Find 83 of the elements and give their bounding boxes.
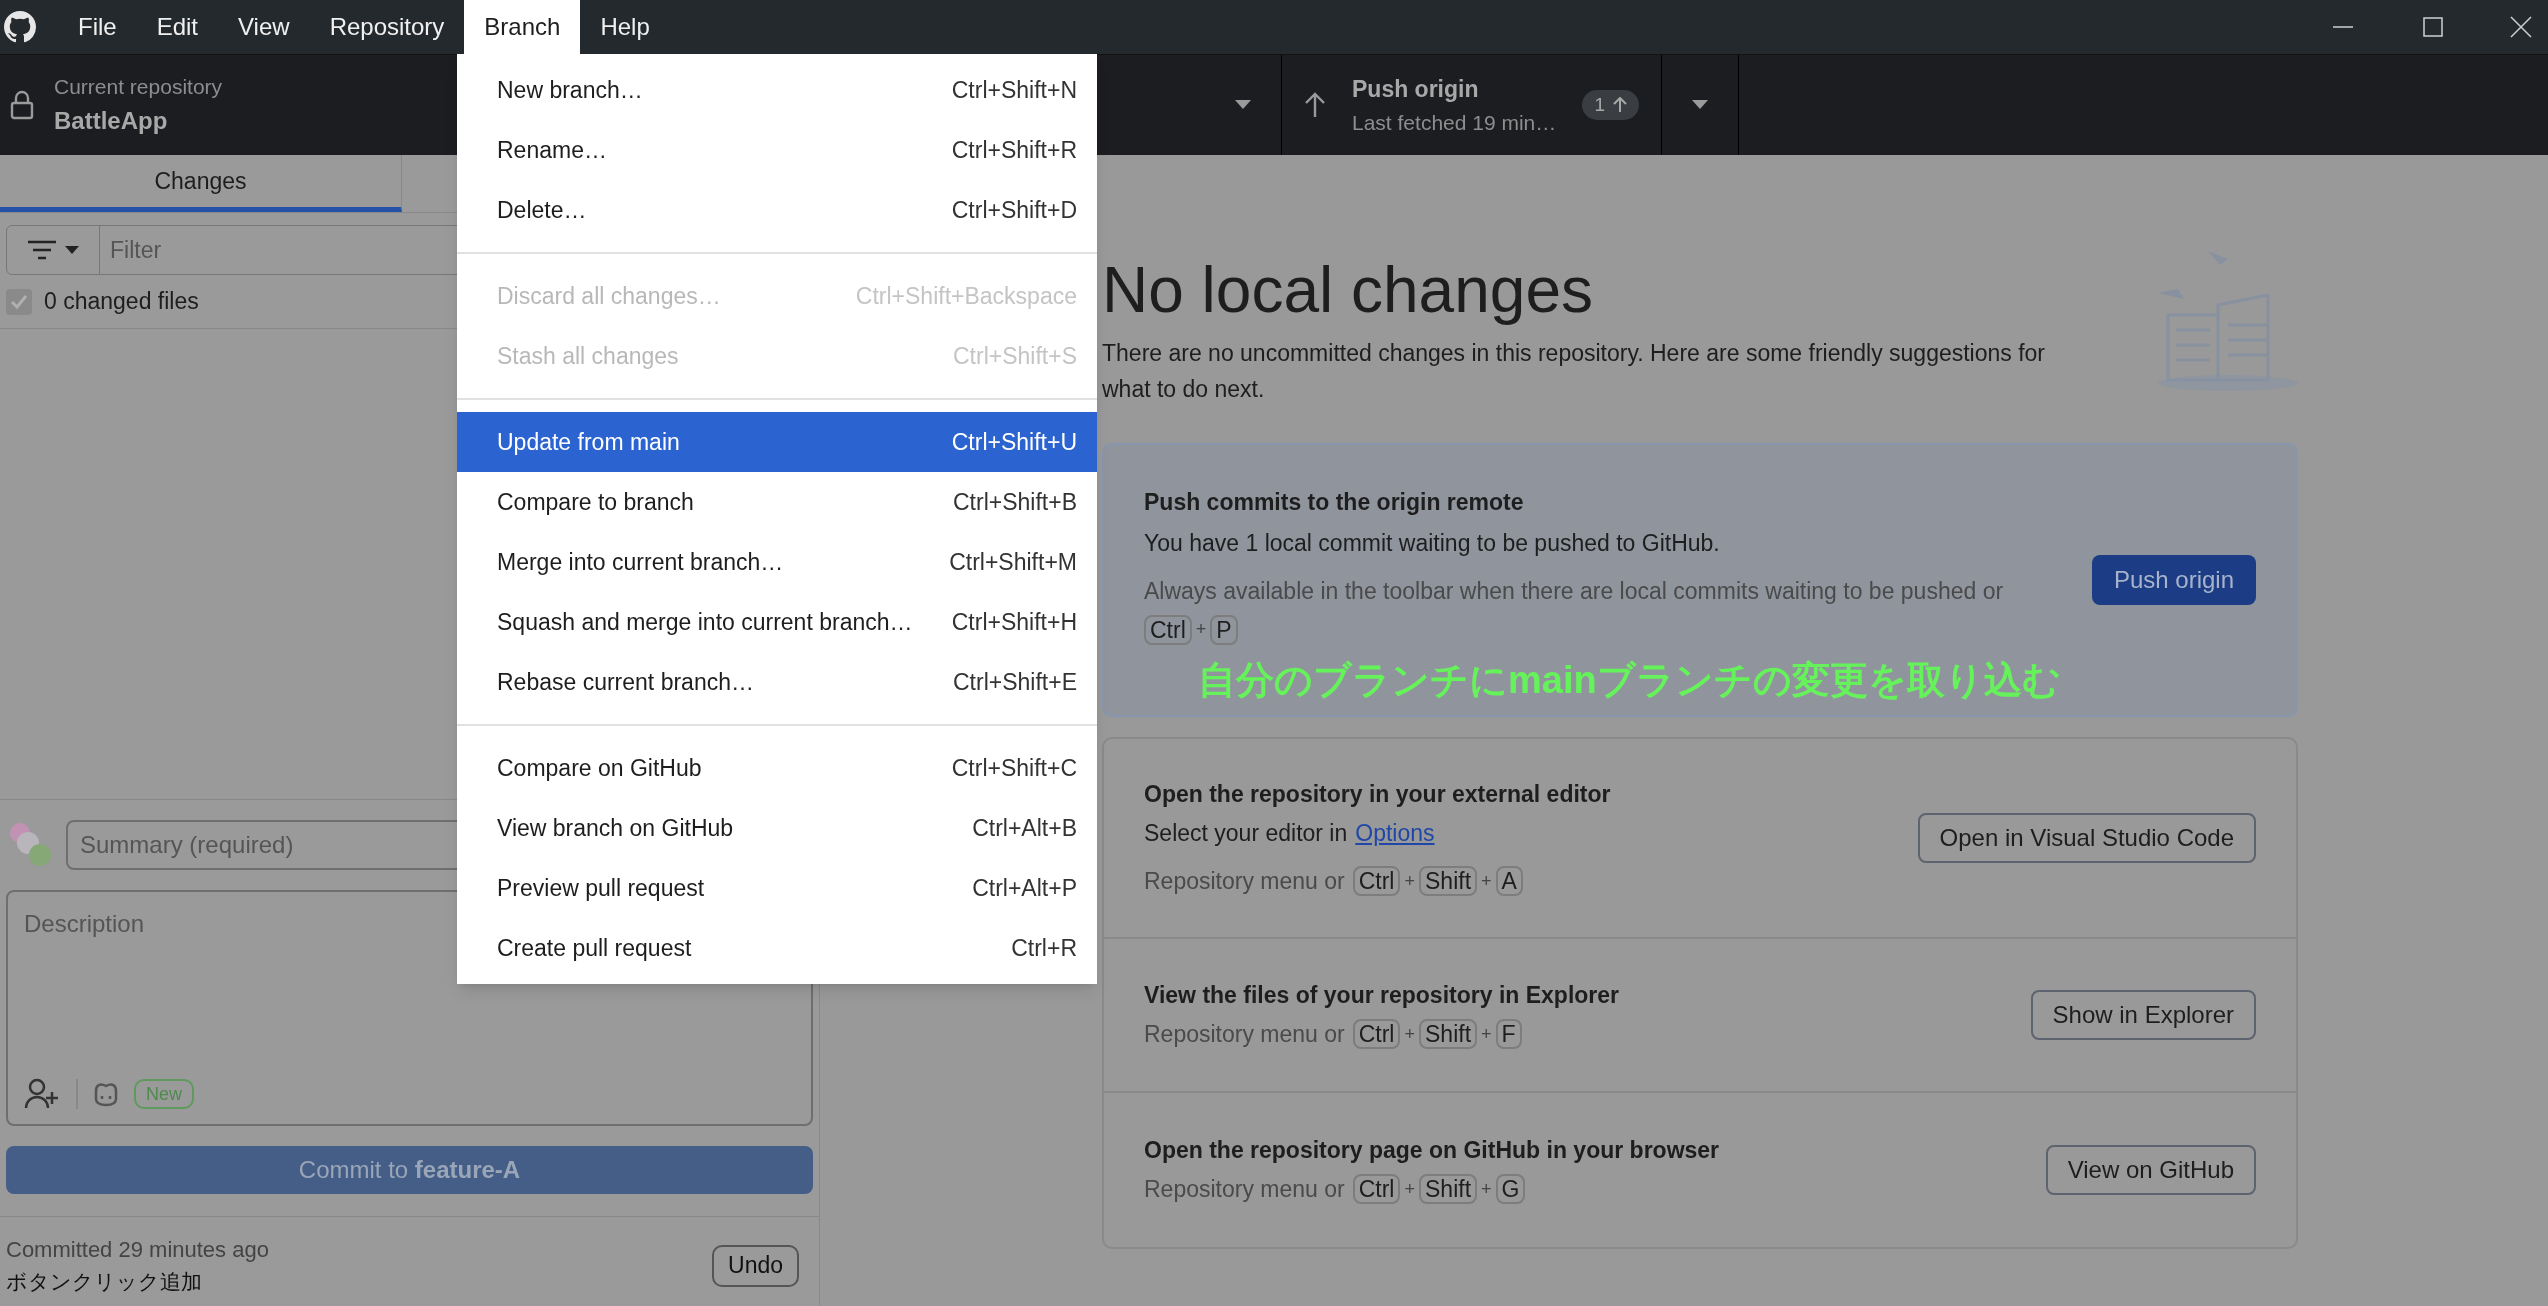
action-button[interactable]: View on GitHub <box>2045 1144 2256 1195</box>
shortcut-text: Ctrl+Shift+N <box>951 75 1077 105</box>
card-title: Open the repository page on GitHub in your browser <box>1144 1136 1720 1166</box>
up-arrow-icon <box>1304 92 1326 118</box>
commit-message: ボタンクリック追加 <box>6 1269 203 1296</box>
checkmark-icon <box>10 292 28 311</box>
key-label: Ctrl <box>1144 614 1192 645</box>
changes-tab[interactable]: Changes <box>0 155 402 212</box>
plus-sign: + <box>1195 618 1207 642</box>
shortcut-text: Ctrl+Shift+E <box>953 667 1077 697</box>
hint-text: Repository menu or <box>1144 1019 1345 1049</box>
key-label: A <box>1495 866 1523 897</box>
annotation-text: 自分のブランチにmainブランチの変更を取り込む <box>1198 658 2061 703</box>
menu-item[interactable]: Help <box>580 0 670 54</box>
key-label: P <box>1210 614 1238 645</box>
hint-text: Always available in the toolbar when there are local commits waiting to be pushed or <box>1144 577 2004 607</box>
shortcut-text: Ctrl+Shift+U <box>951 427 1077 457</box>
shortcut-text: Ctrl+Shift+D <box>951 195 1077 225</box>
close-icon[interactable] <box>2510 16 2532 38</box>
commit-time: Committed 29 minutes ago <box>6 1236 269 1265</box>
action-button[interactable]: Show in Explorer <box>2030 989 2256 1040</box>
shortcut-text: Ctrl+Shift+S <box>953 341 1077 371</box>
commit-count-badge: 1 <box>1582 90 1639 120</box>
menu-item[interactable]: File <box>58 0 137 54</box>
github-logo-icon[interactable] <box>4 11 36 43</box>
last-fetched-text: Last fetched 19 min… <box>1352 109 1557 136</box>
undo-button[interactable]: Undo <box>712 1244 799 1287</box>
menu-item[interactable]: Repository <box>309 0 465 54</box>
key-label: Ctrl <box>1352 1174 1401 1205</box>
push-title: Push origin <box>1352 75 1480 104</box>
card-title: Open the repository in your external editor <box>1144 780 1611 810</box>
plus-sign: + <box>1481 869 1492 893</box>
menu-item[interactable]: Merge into current branch… Ctrl+Shift+M <box>457 532 1097 592</box>
hint-text: Repository menu or <box>1144 867 1345 897</box>
key-label: Shift <box>1419 1174 1478 1205</box>
checkbox[interactable] <box>6 288 32 315</box>
shortcut-text: Ctrl+Alt+P <box>972 873 1077 903</box>
menu-item[interactable]: Compare on GitHub Ctrl+Shift+C <box>457 738 1097 798</box>
shortcut-text: Ctrl+Shift+B <box>953 487 1077 517</box>
shortcut-text: Ctrl+Shift+H <box>951 607 1077 637</box>
menu-item[interactable]: Squash and merge into current branch… Ctrl+Shift+H <box>457 592 1097 652</box>
menu-item[interactable]: Branch <box>464 0 581 54</box>
card-text: You have 1 local commit waiting to be pushed to GitHub. <box>1144 528 1721 558</box>
push-origin-button[interactable]: Push origin Last fetched 19 min… 1 <box>1282 55 1662 155</box>
new-badge: New <box>134 1079 194 1109</box>
page-title: No local changes <box>1102 255 1594 326</box>
key-label: Shift <box>1419 866 1478 897</box>
shortcut-text: Ctrl+R <box>1011 933 1077 963</box>
hint-text: Repository menu or <box>1144 1174 1345 1204</box>
shortcut-text: Ctrl+Alt+B <box>972 813 1077 843</box>
changed-files-label: 0 changed files <box>44 287 199 317</box>
plus-sign: + <box>1404 1177 1415 1201</box>
lock-icon <box>10 90 34 120</box>
action-button[interactable]: Open in Visual Studio Code <box>1917 812 2256 863</box>
shortcut-text: Ctrl+Shift+C <box>951 753 1077 783</box>
menu-item[interactable]: Edit <box>136 0 219 54</box>
caret-icon <box>1692 100 1708 110</box>
shortcut-text: Ctrl+Shift+R <box>951 135 1077 165</box>
intro-text: There are no uncommitted changes in this repository. Here are some friendly suggestions for what to do next. <box>1102 339 2047 405</box>
menu-item[interactable]: Rebase current branch… Ctrl+Shift+E <box>457 652 1097 712</box>
shortcut-text: Ctrl+Shift+Backspace <box>855 281 1077 311</box>
key-label: Ctrl <box>1352 1019 1401 1050</box>
repository-name: BattleApp <box>54 105 169 136</box>
card-title: View the files of your repository in Explorer <box>1144 981 1620 1011</box>
card-text: Select your editor in <box>1144 818 1348 848</box>
caret-icon <box>1235 100 1251 110</box>
menu-item[interactable]: Compare to branch Ctrl+Shift+B <box>457 472 1097 532</box>
key-label: Ctrl <box>1352 866 1401 897</box>
plus-sign: + <box>1481 1022 1492 1046</box>
plus-sign: + <box>1481 1177 1492 1201</box>
key-label: G <box>1495 1174 1526 1205</box>
menu-item[interactable]: Delete… Ctrl+Shift+D <box>457 180 1097 240</box>
repository-label: Current repository <box>54 74 223 101</box>
menu-item[interactable]: Update from main Ctrl+Shift+U <box>457 412 1097 472</box>
key-label: F <box>1495 1019 1522 1050</box>
shortcut-text: Ctrl+Shift+M <box>949 547 1077 577</box>
menu-item[interactable]: View <box>218 0 310 54</box>
key-label: Shift <box>1419 1019 1478 1050</box>
card-title: Push commits to the origin remote <box>1144 488 1525 518</box>
maximize-icon[interactable] <box>2422 16 2444 38</box>
plus-sign: + <box>1404 869 1415 893</box>
plus-sign: + <box>1404 1022 1415 1046</box>
push-origin-button[interactable]: Push origin <box>2091 555 2256 606</box>
